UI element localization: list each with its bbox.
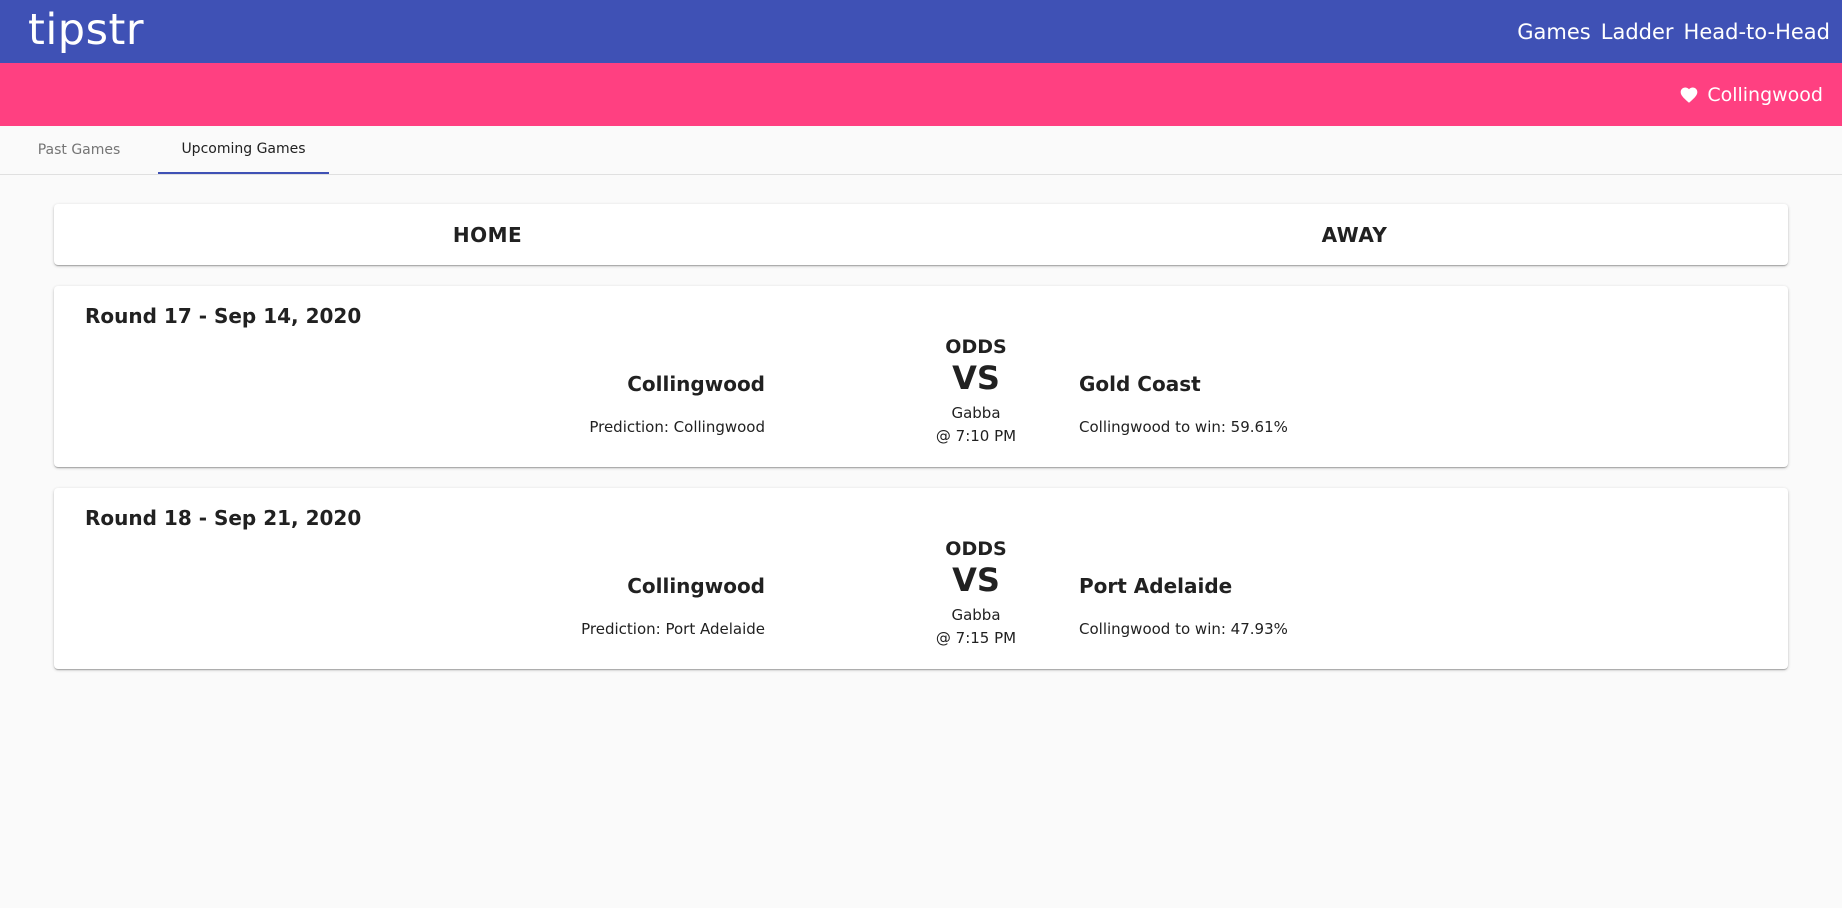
nav-head-to-head[interactable]: Head-to-Head (1684, 20, 1830, 44)
vs-label: VS (952, 561, 1000, 599)
home-header: HOME (452, 222, 523, 247)
odds-label: ODDS (945, 538, 1007, 560)
home-side: Collingwood Prediction: Port Adelaide (365, 574, 765, 638)
nav-games[interactable]: Games (1517, 20, 1590, 44)
away-header: AWAY (1321, 222, 1388, 247)
home-side: Collingwood Prediction: Collingwood (365, 372, 765, 436)
away-side: Port Adelaide Collingwood to win: 47.93% (1079, 574, 1479, 638)
tab-upcoming-games[interactable]: Upcoming Games (158, 126, 329, 174)
odds-label: ODDS (945, 336, 1007, 358)
main-nav: Games Ladder Head-to-Head (1517, 20, 1830, 44)
game-card: Round 18 - Sep 21, 2020 Collingwood Pred… (54, 488, 1788, 669)
match-center: ODDS VS Gabba @ 7:10 PM (876, 336, 1076, 447)
venue: Gabba (951, 606, 1001, 625)
away-team: Port Adelaide (1079, 574, 1233, 598)
favourite-team-bar: Collingwood (0, 63, 1842, 126)
start-time: @ 7:15 PM (935, 628, 1017, 647)
away-side: Gold Coast Collingwood to win: 59.61% (1079, 372, 1479, 436)
venue: Gabba (951, 404, 1001, 423)
brand-logo[interactable]: tipstr (28, 8, 144, 52)
win-chance: Collingwood to win: 59.61% (1079, 418, 1288, 436)
favourite-team-button[interactable]: Collingwood (1679, 84, 1823, 106)
prediction: Prediction: Port Adelaide (581, 620, 765, 638)
start-time: @ 7:10 PM (935, 426, 1017, 445)
win-chance: Collingwood to win: 47.93% (1079, 620, 1288, 638)
away-team: Gold Coast (1079, 372, 1201, 396)
home-team: Collingwood (627, 372, 765, 396)
nav-ladder[interactable]: Ladder (1601, 20, 1674, 44)
home-away-header: HOME AWAY (54, 204, 1788, 265)
game-card: Round 17 - Sep 14, 2020 Collingwood Pred… (54, 286, 1788, 467)
round-title: Round 17 - Sep 14, 2020 (85, 304, 362, 328)
favourite-team-label: Collingwood (1707, 83, 1823, 106)
round-title: Round 18 - Sep 21, 2020 (85, 506, 362, 530)
game-tabs: Past Games Upcoming Games (0, 126, 1842, 175)
app-bar: tipstr Games Ladder Head-to-Head (0, 0, 1842, 63)
home-team: Collingwood (627, 574, 765, 598)
tab-past-games[interactable]: Past Games (0, 126, 158, 174)
vs-label: VS (952, 359, 1000, 397)
main-content: HOME AWAY Round 17 - Sep 14, 2020 Collin… (0, 175, 1842, 669)
match-center: ODDS VS Gabba @ 7:15 PM (876, 538, 1076, 649)
heart-icon (1679, 85, 1699, 105)
prediction: Prediction: Collingwood (589, 418, 765, 436)
